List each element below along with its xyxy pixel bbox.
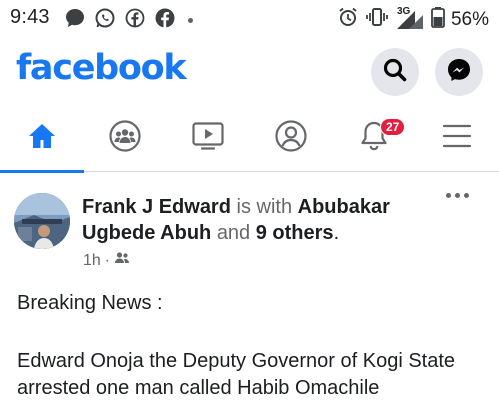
- vibrate-icon: [365, 6, 389, 33]
- whatsapp-icon: [94, 7, 116, 34]
- facebook-icon: [154, 7, 176, 34]
- post-time[interactable]: 1h: [83, 252, 101, 270]
- status-time: 9:43: [10, 6, 50, 28]
- avatar[interactable]: [14, 193, 70, 249]
- messenger-icon: [445, 56, 473, 89]
- battery-icon: [431, 6, 445, 33]
- notification-icons: [64, 7, 193, 34]
- tab-home[interactable]: [0, 104, 84, 173]
- dot-icon: [188, 18, 193, 23]
- post-header: Frank J Edward is with Abubakar Ugbede A…: [82, 194, 422, 246]
- main-tabs: 27: [0, 104, 499, 173]
- profile-icon: [274, 119, 308, 158]
- menu-icon: [442, 123, 472, 154]
- network-type: 3G: [396, 5, 411, 17]
- post-text-line: Breaking News :: [17, 292, 163, 314]
- tab-watch[interactable]: [166, 104, 250, 172]
- status-bar: 9:43 3G 56%: [0, 0, 499, 34]
- post-meta: 1h ·: [83, 251, 130, 270]
- feed-post: Frank J Edward is with Abubakar Ugbede A…: [0, 173, 499, 400]
- alarm-icon: [337, 6, 359, 33]
- tagged-others[interactable]: 9 others: [256, 222, 334, 244]
- more-dot: [455, 193, 460, 198]
- tab-notifications[interactable]: 27: [332, 104, 416, 172]
- post-text-body: Edward Onoja the Deputy Governor of Kogi…: [17, 350, 456, 399]
- messenger-button[interactable]: [435, 48, 483, 96]
- app-header: facebook: [0, 40, 499, 104]
- header-period: .: [333, 222, 340, 244]
- chat-bubble-icon: [64, 7, 86, 34]
- tab-menu[interactable]: [415, 104, 499, 172]
- search-icon: [382, 57, 408, 88]
- notification-badge: 27: [380, 118, 406, 136]
- more-dot: [446, 193, 451, 198]
- friends-icon: [114, 251, 130, 270]
- signal-icon: 3G: [395, 5, 425, 31]
- battery-percent: 56%: [450, 8, 489, 30]
- author-name[interactable]: Frank J Edward: [82, 196, 231, 218]
- tab-groups[interactable]: [83, 104, 167, 172]
- home-icon: [27, 121, 57, 156]
- more-dot: [464, 193, 469, 198]
- post-options-button[interactable]: [446, 193, 469, 198]
- and-text: and: [216, 222, 251, 244]
- watch-icon: [191, 121, 225, 156]
- facebook-logo[interactable]: facebook: [16, 48, 187, 88]
- system-icons: 3G 56%: [337, 6, 489, 33]
- with-text: is with: [236, 196, 293, 218]
- tab-profile[interactable]: [249, 104, 333, 172]
- facebook-outline-icon: [124, 7, 146, 34]
- meta-separator: ·: [104, 251, 111, 269]
- groups-icon: [108, 119, 142, 158]
- search-button[interactable]: [371, 48, 419, 96]
